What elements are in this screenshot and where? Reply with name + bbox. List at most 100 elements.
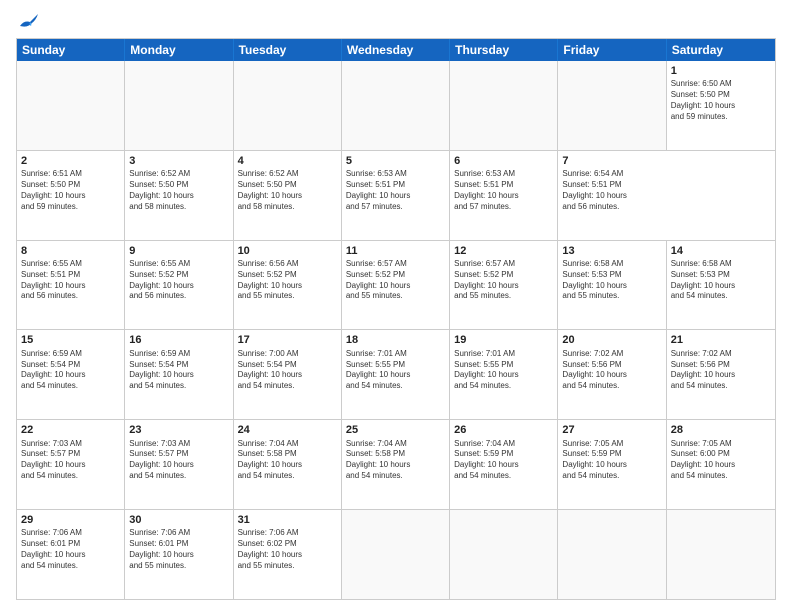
day-cell: 4Sunrise: 6:52 AM Sunset: 5:50 PM Daylig… xyxy=(234,151,342,240)
day-number: 15 xyxy=(21,333,120,347)
day-cell: 16Sunrise: 6:59 AM Sunset: 5:54 PM Dayli… xyxy=(125,330,233,419)
day-number: 2 xyxy=(21,154,120,168)
day-info: Sunrise: 7:05 AM Sunset: 6:00 PM Dayligh… xyxy=(671,439,771,482)
day-number: 18 xyxy=(346,333,445,347)
week-row-3: 8Sunrise: 6:55 AM Sunset: 5:51 PM Daylig… xyxy=(17,241,775,331)
day-info: Sunrise: 6:51 AM Sunset: 5:50 PM Dayligh… xyxy=(21,169,120,212)
day-info: Sunrise: 6:55 AM Sunset: 5:52 PM Dayligh… xyxy=(129,259,228,302)
day-number: 25 xyxy=(346,423,445,437)
day-number: 3 xyxy=(129,154,228,168)
day-info: Sunrise: 6:50 AM Sunset: 5:50 PM Dayligh… xyxy=(671,79,771,122)
day-cell: 2Sunrise: 6:51 AM Sunset: 5:50 PM Daylig… xyxy=(17,151,125,240)
day-info: Sunrise: 7:03 AM Sunset: 5:57 PM Dayligh… xyxy=(129,439,228,482)
day-cell: 26Sunrise: 7:04 AM Sunset: 5:59 PM Dayli… xyxy=(450,420,558,509)
day-info: Sunrise: 7:01 AM Sunset: 5:55 PM Dayligh… xyxy=(346,349,445,392)
day-cell xyxy=(667,510,775,599)
day-cell: 29Sunrise: 7:06 AM Sunset: 6:01 PM Dayli… xyxy=(17,510,125,599)
day-number: 7 xyxy=(562,154,662,168)
day-header-friday: Friday xyxy=(558,39,666,61)
week-row-1: 1Sunrise: 6:50 AM Sunset: 5:50 PM Daylig… xyxy=(17,61,775,151)
day-cell: 19 Sunrise: 7:01 AM Sunset: 5:55 PM Dayli… xyxy=(450,330,558,419)
day-info: Sunrise: 6:55 AM Sunset: 5:51 PM Dayligh… xyxy=(21,259,120,302)
day-info: Sunrise: 6:58 AM Sunset: 5:53 PM Dayligh… xyxy=(671,259,771,302)
day-info: Sunrise: 7:01 AM Sunset: 5:55 PM Dayligh… xyxy=(454,349,553,392)
week-row-5: 22 Sunrise: 7:03 AM Sunset: 5:57 PM Dayli… xyxy=(17,420,775,510)
day-header-monday: Monday xyxy=(125,39,233,61)
day-info: Sunrise: 6:59 AM Sunset: 5:54 PM Dayligh… xyxy=(129,349,228,392)
day-cell: 17 Sunrise: 7:00 AM Sunset: 5:54 PM Dayli… xyxy=(234,330,342,419)
day-number: 17 xyxy=(238,333,337,347)
day-cell: 8Sunrise: 6:55 AM Sunset: 5:51 PM Daylig… xyxy=(17,241,125,330)
day-cell: 11Sunrise: 6:57 AM Sunset: 5:52 PM Dayli… xyxy=(342,241,450,330)
day-number: 9 xyxy=(129,244,228,258)
day-cell: 30Sunrise: 7:06 AM Sunset: 6:01 PM Dayli… xyxy=(125,510,233,599)
day-info: Sunrise: 7:04 AM Sunset: 5:58 PM Dayligh… xyxy=(346,439,445,482)
day-cell xyxy=(342,510,450,599)
day-number: 10 xyxy=(238,244,337,258)
day-cell: 27 Sunrise: 7:05 AM Sunset: 5:59 PM Dayli… xyxy=(558,420,666,509)
day-number: 19 xyxy=(454,333,553,347)
week-row-2: 2Sunrise: 6:51 AM Sunset: 5:50 PM Daylig… xyxy=(17,151,775,241)
day-info: Sunrise: 6:52 AM Sunset: 5:50 PM Dayligh… xyxy=(238,169,337,212)
day-cell: 5Sunrise: 6:53 AM Sunset: 5:51 PM Daylig… xyxy=(342,151,450,240)
day-number: 14 xyxy=(671,244,771,258)
day-cell xyxy=(17,61,125,150)
logo xyxy=(16,12,40,30)
day-info: Sunrise: 7:02 AM Sunset: 5:56 PM Dayligh… xyxy=(562,349,661,392)
day-cell: 28 Sunrise: 7:05 AM Sunset: 6:00 PM Dayli… xyxy=(667,420,775,509)
page: SundayMondayTuesdayWednesdayThursdayFrid… xyxy=(0,0,792,612)
day-info: Sunrise: 6:53 AM Sunset: 5:51 PM Dayligh… xyxy=(454,169,553,212)
week-row-4: 15 Sunrise: 6:59 AM Sunset: 5:54 PM Dayli… xyxy=(17,330,775,420)
day-info: Sunrise: 6:58 AM Sunset: 5:53 PM Dayligh… xyxy=(562,259,661,302)
day-info: Sunrise: 6:56 AM Sunset: 5:52 PM Dayligh… xyxy=(238,259,337,302)
day-info: Sunrise: 6:59 AM Sunset: 5:54 PM Dayligh… xyxy=(21,349,120,392)
day-info: Sunrise: 7:03 AM Sunset: 5:57 PM Dayligh… xyxy=(21,439,120,482)
logo-bird-icon xyxy=(18,12,40,30)
day-number: 30 xyxy=(129,513,228,527)
day-number: 6 xyxy=(454,154,553,168)
day-cell: 14Sunrise: 6:58 AM Sunset: 5:53 PM Dayli… xyxy=(667,241,775,330)
day-info: Sunrise: 6:53 AM Sunset: 5:51 PM Dayligh… xyxy=(346,169,445,212)
day-cell xyxy=(234,61,342,150)
day-info: Sunrise: 7:00 AM Sunset: 5:54 PM Dayligh… xyxy=(238,349,337,392)
day-number: 4 xyxy=(238,154,337,168)
day-cell xyxy=(558,61,666,150)
day-number: 1 xyxy=(671,64,771,78)
day-cell: 31Sunrise: 7:06 AM Sunset: 6:02 PM Dayli… xyxy=(234,510,342,599)
day-cell xyxy=(558,510,666,599)
day-info: Sunrise: 7:02 AM Sunset: 5:56 PM Dayligh… xyxy=(671,349,771,392)
day-cell: 21Sunrise: 7:02 AM Sunset: 5:56 PM Dayli… xyxy=(667,330,775,419)
day-cell: 24Sunrise: 7:04 AM Sunset: 5:58 PM Dayli… xyxy=(234,420,342,509)
day-number: 27 xyxy=(562,423,661,437)
calendar: SundayMondayTuesdayWednesdayThursdayFrid… xyxy=(16,38,776,600)
day-cell: 1Sunrise: 6:50 AM Sunset: 5:50 PM Daylig… xyxy=(667,61,775,150)
day-cell: 12Sunrise: 6:57 AM Sunset: 5:52 PM Dayli… xyxy=(450,241,558,330)
day-header-wednesday: Wednesday xyxy=(342,39,450,61)
day-header-tuesday: Tuesday xyxy=(234,39,342,61)
day-number: 22 xyxy=(21,423,120,437)
day-info: Sunrise: 6:52 AM Sunset: 5:50 PM Dayligh… xyxy=(129,169,228,212)
day-cell: 23Sunrise: 7:03 AM Sunset: 5:57 PM Dayli… xyxy=(125,420,233,509)
day-cell: 6Sunrise: 6:53 AM Sunset: 5:51 PM Daylig… xyxy=(450,151,558,240)
day-info: Sunrise: 7:05 AM Sunset: 5:59 PM Dayligh… xyxy=(562,439,661,482)
day-number: 20 xyxy=(562,333,661,347)
day-number: 12 xyxy=(454,244,553,258)
day-number: 31 xyxy=(238,513,337,527)
day-cell xyxy=(125,61,233,150)
day-cell: 3Sunrise: 6:52 AM Sunset: 5:50 PM Daylig… xyxy=(125,151,233,240)
day-number: 28 xyxy=(671,423,771,437)
day-info: Sunrise: 6:57 AM Sunset: 5:52 PM Dayligh… xyxy=(454,259,553,302)
day-info: Sunrise: 7:06 AM Sunset: 6:01 PM Dayligh… xyxy=(21,528,120,571)
day-info: Sunrise: 6:54 AM Sunset: 5:51 PM Dayligh… xyxy=(562,169,662,212)
day-cell: 25 Sunrise: 7:04 AM Sunset: 5:58 PM Dayli… xyxy=(342,420,450,509)
day-header-saturday: Saturday xyxy=(667,39,775,61)
day-number: 29 xyxy=(21,513,120,527)
day-header-sunday: Sunday xyxy=(17,39,125,61)
day-number: 11 xyxy=(346,244,445,258)
day-number: 5 xyxy=(346,154,445,168)
day-cell: 9Sunrise: 6:55 AM Sunset: 5:52 PM Daylig… xyxy=(125,241,233,330)
day-info: Sunrise: 7:04 AM Sunset: 5:58 PM Dayligh… xyxy=(238,439,337,482)
day-cell xyxy=(450,61,558,150)
day-cell: 10Sunrise: 6:56 AM Sunset: 5:52 PM Dayli… xyxy=(234,241,342,330)
day-cell: 22 Sunrise: 7:03 AM Sunset: 5:57 PM Dayli… xyxy=(17,420,125,509)
